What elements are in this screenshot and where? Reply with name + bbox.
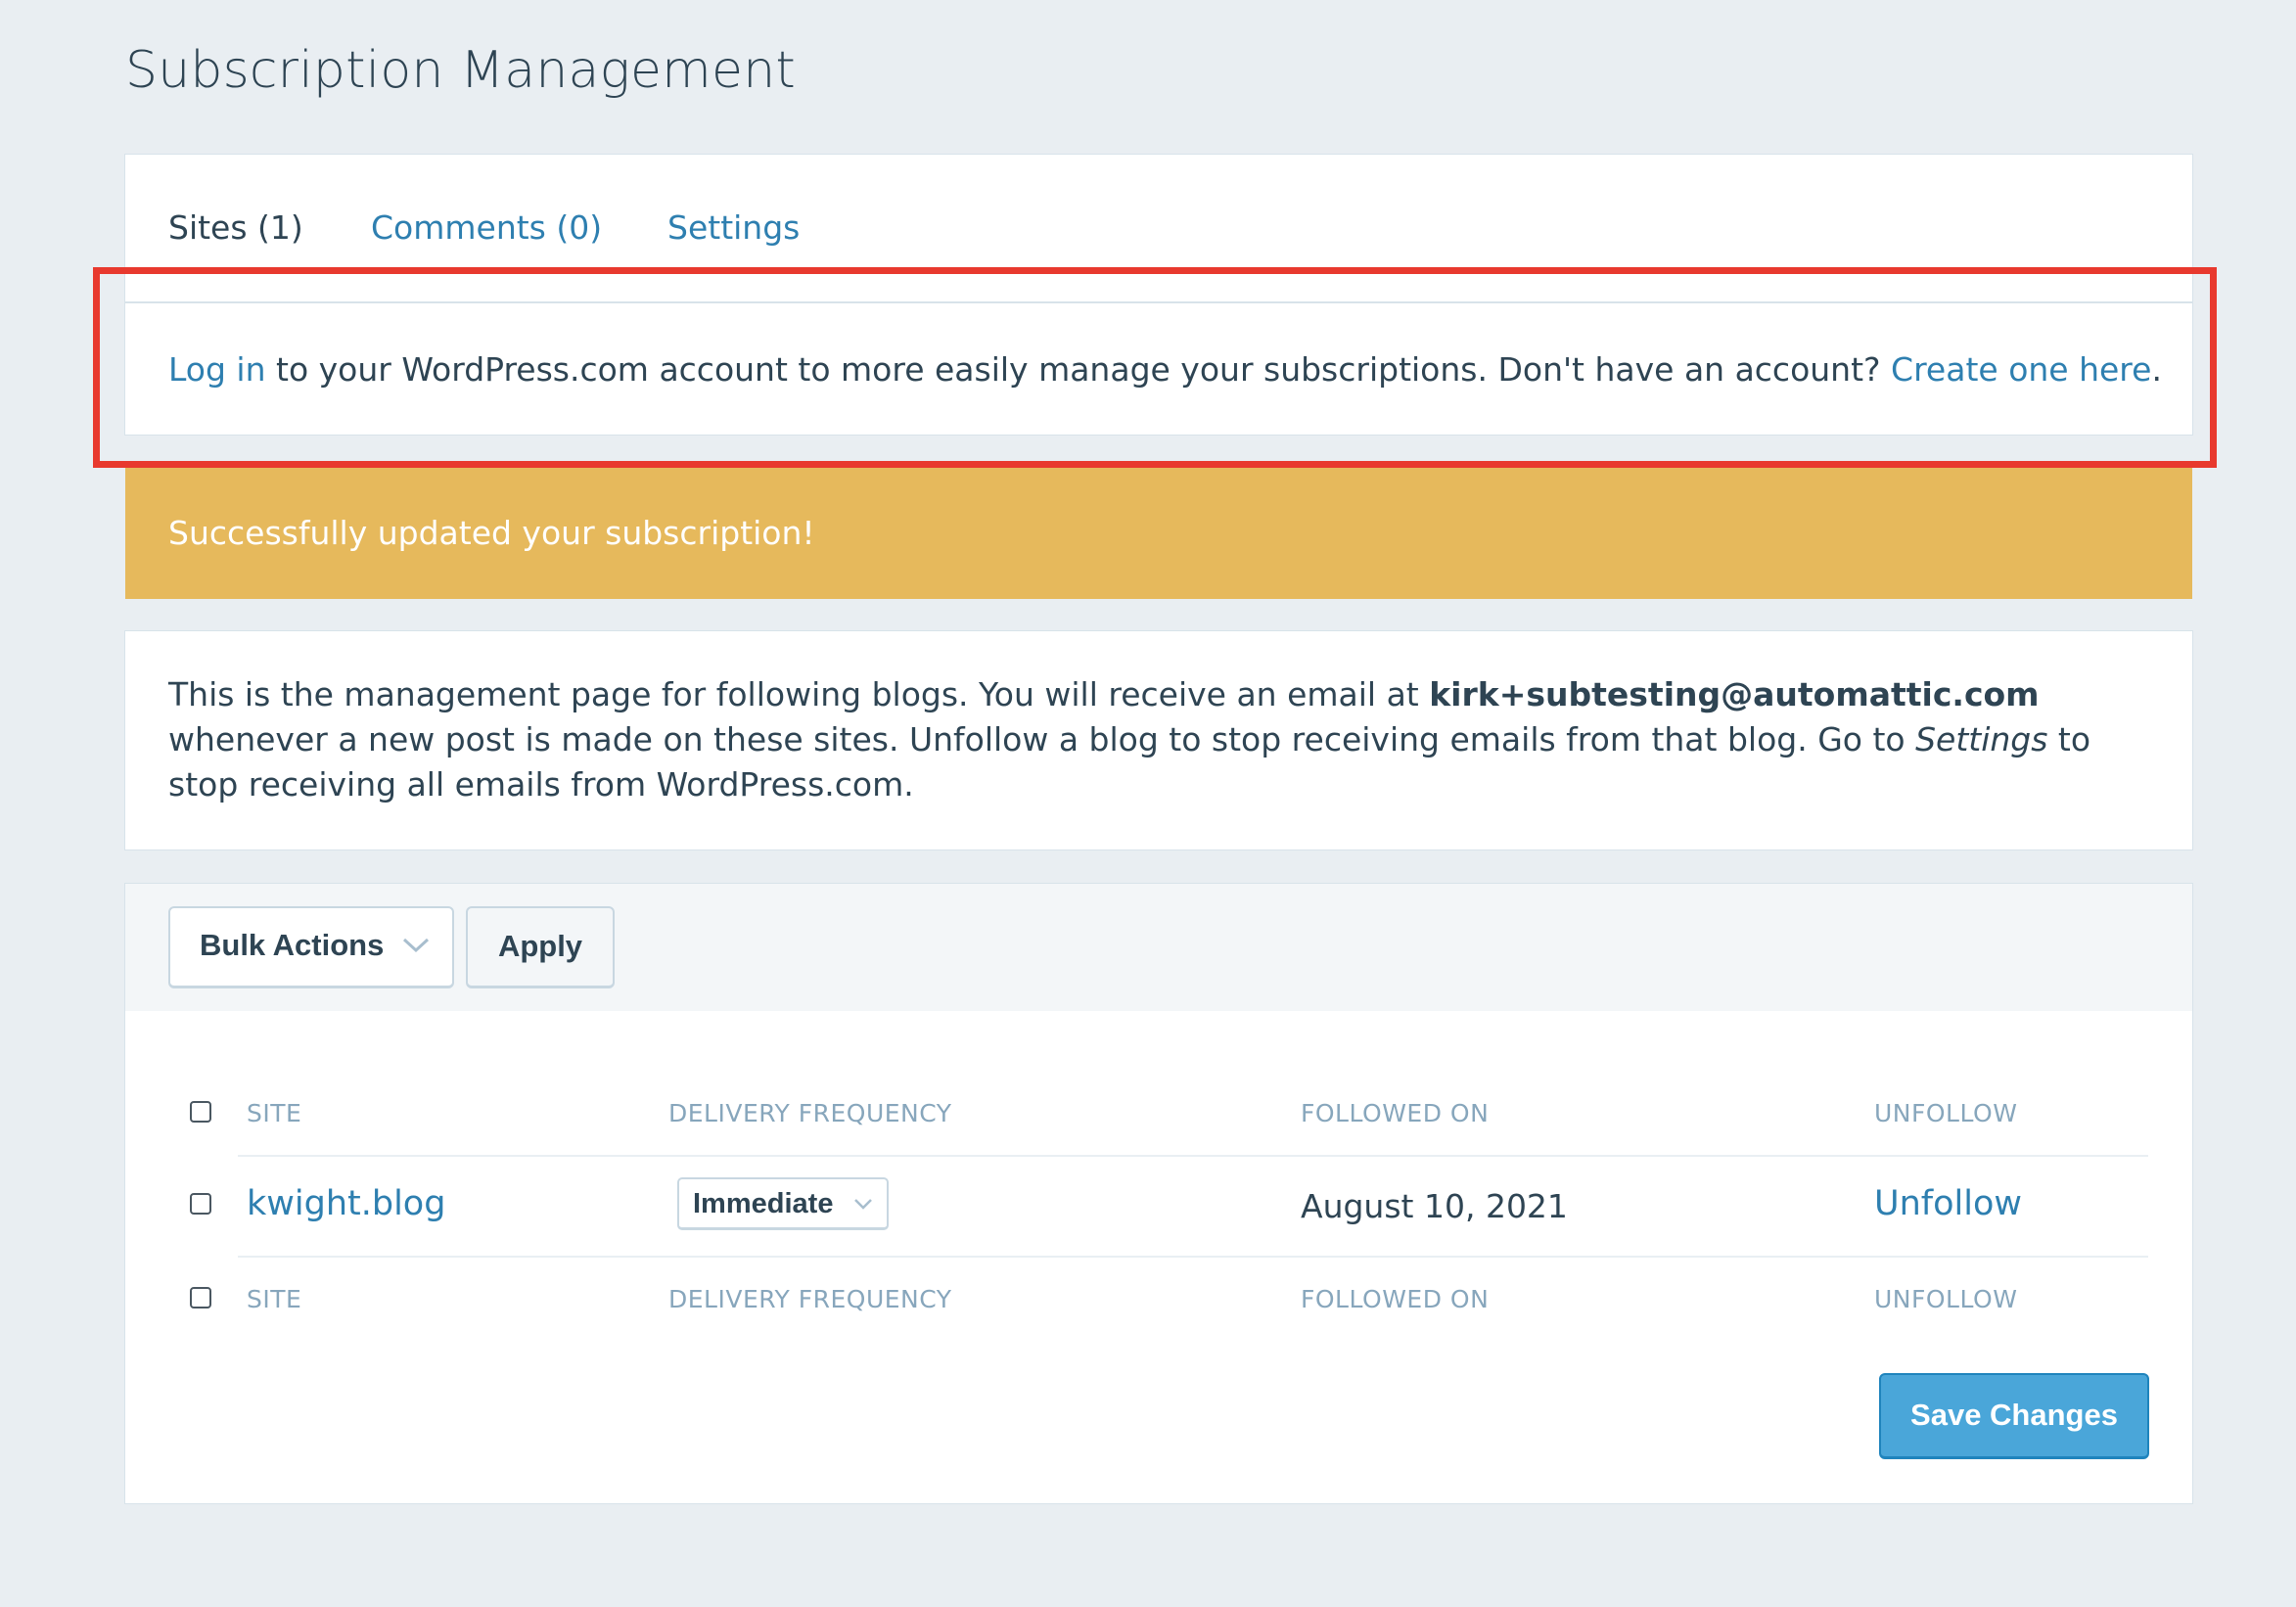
- footer-header-unfollow: UNFOLLOW: [1874, 1285, 2018, 1313]
- success-notice-text: Successfully updated your subscription!: [168, 514, 815, 552]
- row-divider: [238, 1155, 2148, 1157]
- subscriber-email: kirk+subtesting@automattic.com: [1429, 675, 2040, 713]
- row-divider: [238, 1256, 2148, 1258]
- tab-settings[interactable]: Settings: [667, 208, 800, 247]
- highlight-annotation-box: [93, 267, 2217, 468]
- chevron-down-icon: [402, 938, 430, 953]
- description-part-1: This is the management page for followin…: [168, 675, 1430, 713]
- unfollow-link[interactable]: Unfollow: [1874, 1184, 2022, 1223]
- success-notice: Successfully updated your subscription!: [125, 468, 2192, 599]
- chevron-down-icon: [854, 1199, 872, 1210]
- bulk-actions-label: Bulk Actions: [200, 928, 385, 962]
- followed-on-date: August 10, 2021: [1301, 1187, 1568, 1225]
- column-header-delivery-frequency: DELIVERY FREQUENCY: [668, 1099, 952, 1127]
- column-header-site: SITE: [247, 1099, 302, 1127]
- subscriptions-table-card: Bulk Actions Apply SITE DELIVERY FREQUEN…: [125, 884, 2192, 1503]
- footer-header-site: SITE: [247, 1285, 302, 1313]
- bulk-actions-select[interactable]: Bulk Actions: [168, 906, 454, 988]
- row-checkbox[interactable]: [190, 1193, 211, 1215]
- bulk-actions-bar: Bulk Actions Apply: [125, 884, 2192, 1011]
- delivery-frequency-value: Immediate: [693, 1188, 834, 1219]
- footer-header-followed-on: FOLLOWED ON: [1301, 1285, 1490, 1313]
- settings-reference: Settings: [1915, 720, 2048, 758]
- description-card: This is the management page for followin…: [125, 631, 2192, 849]
- select-all-checkbox[interactable]: [190, 1101, 211, 1123]
- description-part-2: whenever a new post is made on these sit…: [168, 720, 1916, 758]
- delivery-frequency-select[interactable]: Immediate: [677, 1177, 889, 1230]
- tab-comments[interactable]: Comments (0): [371, 208, 602, 247]
- page-title: Subscription Management: [125, 41, 796, 100]
- tab-sites[interactable]: Sites (1): [168, 208, 303, 247]
- select-all-checkbox-footer[interactable]: [190, 1287, 211, 1309]
- column-header-unfollow: UNFOLLOW: [1874, 1099, 2018, 1127]
- description-text: This is the management page for followin…: [168, 672, 2165, 807]
- save-changes-button[interactable]: Save Changes: [1879, 1373, 2149, 1459]
- footer-header-delivery-frequency: DELIVERY FREQUENCY: [668, 1285, 952, 1313]
- column-header-followed-on: FOLLOWED ON: [1301, 1099, 1490, 1127]
- site-link[interactable]: kwight.blog: [247, 1184, 445, 1223]
- apply-button[interactable]: Apply: [466, 906, 615, 988]
